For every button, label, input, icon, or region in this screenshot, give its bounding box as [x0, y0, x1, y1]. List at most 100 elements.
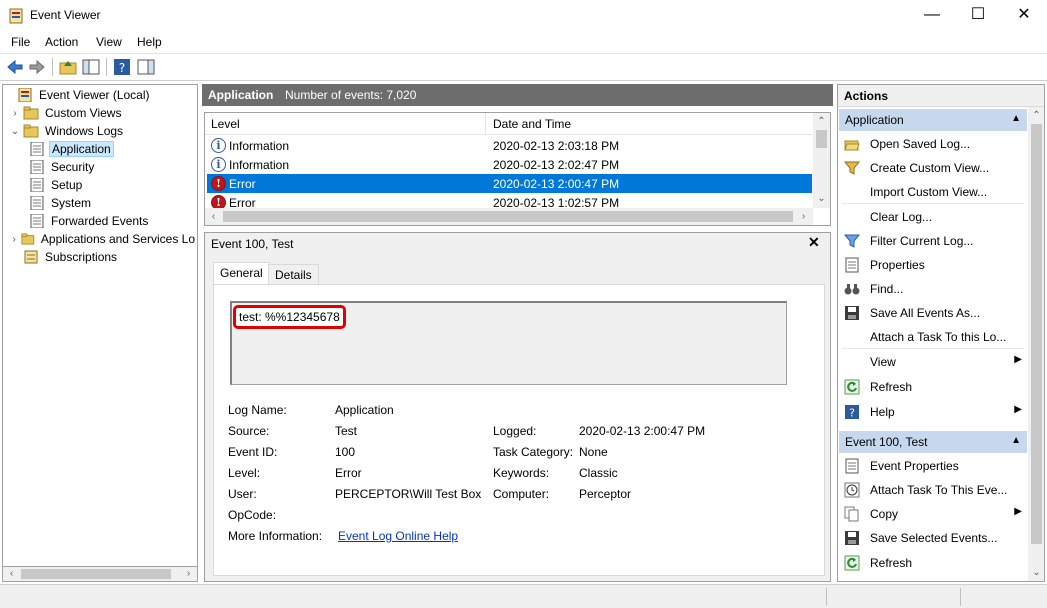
close-window-button[interactable]: ✕	[1001, 0, 1047, 31]
action-find[interactable]: Find...	[838, 277, 1028, 301]
action-view[interactable]: View ▶	[838, 350, 1028, 374]
scrollbar-thumb[interactable]	[21, 569, 171, 579]
close-icon[interactable]: ✕	[808, 234, 820, 251]
collapse-arrow-icon[interactable]: ▲	[1011, 113, 1021, 124]
action-label: Attach a Task To this Lo...	[870, 330, 1007, 344]
tree-item-apps-services[interactable]: › Applications and Services Lo	[3, 230, 197, 248]
scrollbar-thumb[interactable]	[816, 130, 827, 148]
action-label: Import Custom View...	[870, 185, 988, 199]
scrollbar-thumb[interactable]	[223, 211, 793, 222]
menu-file[interactable]: File	[11, 35, 30, 49]
actions-vertical-scrollbar[interactable]: ⌃ ⌄	[1028, 107, 1044, 581]
tree-item-forwarded-events[interactable]: Forwarded Events	[3, 212, 197, 230]
status-divider	[960, 588, 961, 606]
action-save-all-events[interactable]: Save All Events As...	[838, 301, 1028, 325]
logged-value: 2020-02-13 2:00:47 PM	[579, 424, 706, 438]
menu-action[interactable]: Action	[45, 35, 78, 49]
scroll-up-icon[interactable]: ⌃	[813, 113, 830, 130]
action-label: Find...	[870, 282, 904, 296]
more-info-label: More Information:	[228, 529, 323, 543]
scroll-left-icon[interactable]: ‹	[3, 565, 20, 582]
chevron-right-icon[interactable]: ›	[9, 108, 21, 119]
scroll-down-icon[interactable]: ⌄	[1028, 564, 1044, 581]
menu-view[interactable]: View	[96, 35, 122, 49]
action-save-selected-events[interactable]: Save Selected Events...	[838, 526, 1028, 550]
section-event[interactable]: Event 100, Test ▲	[839, 431, 1027, 453]
actions-title: Actions	[844, 89, 889, 103]
event-row[interactable]: i Information 2020-02-13 2:03:18 PM	[207, 136, 812, 155]
tab-details[interactable]: Details	[268, 264, 319, 284]
scroll-up-icon[interactable]: ⌃	[1028, 107, 1044, 124]
action-attach-task-to-event[interactable]: Attach Task To This Eve...	[838, 478, 1028, 502]
action-filter-current-log[interactable]: Filter Current Log...	[838, 229, 1028, 253]
action-refresh[interactable]: Refresh	[838, 375, 1028, 399]
maximize-button[interactable]: ☐	[955, 0, 1001, 31]
action-import-custom-view[interactable]: Import Custom View...	[838, 180, 1028, 204]
event-list-vertical-scrollbar[interactable]: ⌃ ⌄	[813, 113, 830, 208]
scroll-left-icon[interactable]: ‹	[205, 208, 222, 225]
action-create-custom-view[interactable]: Create Custom View...	[838, 156, 1028, 180]
tree-item-system[interactable]: System	[3, 194, 197, 212]
action-clear-log[interactable]: Clear Log...	[838, 205, 1028, 229]
description-box[interactable]: test: %%12345678	[230, 301, 787, 385]
event-list-horizontal-scrollbar[interactable]: ‹ ›	[205, 208, 813, 225]
log-name-value: Application	[335, 403, 394, 417]
scroll-down-icon[interactable]: ⌄	[813, 190, 830, 207]
column-divider[interactable]	[485, 113, 486, 135]
action-open-saved-log[interactable]: Open Saved Log...	[838, 132, 1028, 156]
scrollbar-thumb[interactable]	[1031, 124, 1042, 544]
tree-item-windows-logs[interactable]: ⌄ Windows Logs	[3, 122, 197, 140]
chevron-right-icon[interactable]: ›	[9, 234, 19, 245]
tree-item-setup[interactable]: Setup	[3, 176, 197, 194]
action-label: Properties	[870, 258, 925, 272]
menu-bar: File Action View Help	[0, 31, 1047, 53]
column-header-date-time[interactable]: Date and Time	[493, 117, 571, 131]
source-value: Test	[335, 424, 358, 438]
tree-item-security[interactable]: Security	[3, 158, 197, 176]
back-icon[interactable]	[6, 58, 24, 76]
action-refresh-event[interactable]: Refresh	[838, 551, 1028, 575]
event-row[interactable]: i Information 2020-02-13 2:02:47 PM	[207, 155, 812, 174]
tab-general[interactable]: General	[213, 262, 270, 284]
tree-item-label: Security	[51, 160, 95, 174]
status-divider	[826, 588, 827, 606]
error-icon: !	[211, 176, 226, 191]
event-id-label: Event ID:	[228, 445, 278, 459]
tree-item-custom-views[interactable]: › Custom Views	[3, 104, 197, 122]
action-help[interactable]: ? Help ▶	[838, 400, 1028, 424]
submenu-arrow-icon: ▶	[1014, 506, 1022, 517]
scroll-right-icon[interactable]: ›	[180, 565, 197, 582]
show-hide-tree-icon[interactable]	[82, 58, 100, 76]
action-label: Refresh	[870, 556, 913, 570]
tree-horizontal-scrollbar[interactable]: ‹ ›	[2, 566, 198, 582]
event-log-online-help-link[interactable]: Event Log Online Help	[338, 529, 458, 543]
tree-item-application[interactable]: Application	[3, 140, 197, 158]
action-event-properties[interactable]: Event Properties	[838, 454, 1028, 478]
subscriptions-icon	[24, 250, 38, 264]
forward-icon[interactable]	[28, 58, 46, 76]
tree-item-root[interactable]: Event Viewer (Local)	[3, 86, 197, 104]
action-properties[interactable]: Properties	[838, 253, 1028, 277]
section-application[interactable]: Application ▲	[839, 109, 1027, 131]
help-icon: ?	[845, 405, 859, 420]
column-header-level[interactable]: Level	[211, 117, 240, 131]
action-label: Save All Events As...	[870, 306, 981, 320]
tree-item-subscriptions[interactable]: Subscriptions	[3, 248, 197, 266]
help-icon[interactable]: ?	[113, 58, 131, 76]
show-hide-action-pane-icon[interactable]	[137, 58, 155, 76]
action-copy[interactable]: Copy ▶	[838, 502, 1028, 526]
save-icon	[845, 531, 859, 545]
action-attach-task-to-log[interactable]: Attach a Task To this Lo...	[838, 325, 1028, 349]
collapse-arrow-icon[interactable]: ▲	[1011, 435, 1021, 446]
menu-help[interactable]: Help	[137, 35, 162, 49]
event-row-selected[interactable]: ! Error 2020-02-13 2:00:47 PM	[207, 174, 812, 193]
chevron-down-icon[interactable]: ⌄	[9, 126, 21, 137]
minimize-button[interactable]: —	[909, 0, 955, 31]
user-value: PERCEPTOR\Will Test Box	[335, 487, 482, 501]
task-category-value: None	[579, 445, 608, 459]
toolbar: ?	[0, 53, 1047, 81]
up-folder-icon[interactable]	[59, 58, 77, 76]
information-icon: i	[211, 138, 226, 153]
svg-text:?: ?	[119, 61, 125, 75]
scroll-right-icon[interactable]: ›	[795, 208, 812, 225]
